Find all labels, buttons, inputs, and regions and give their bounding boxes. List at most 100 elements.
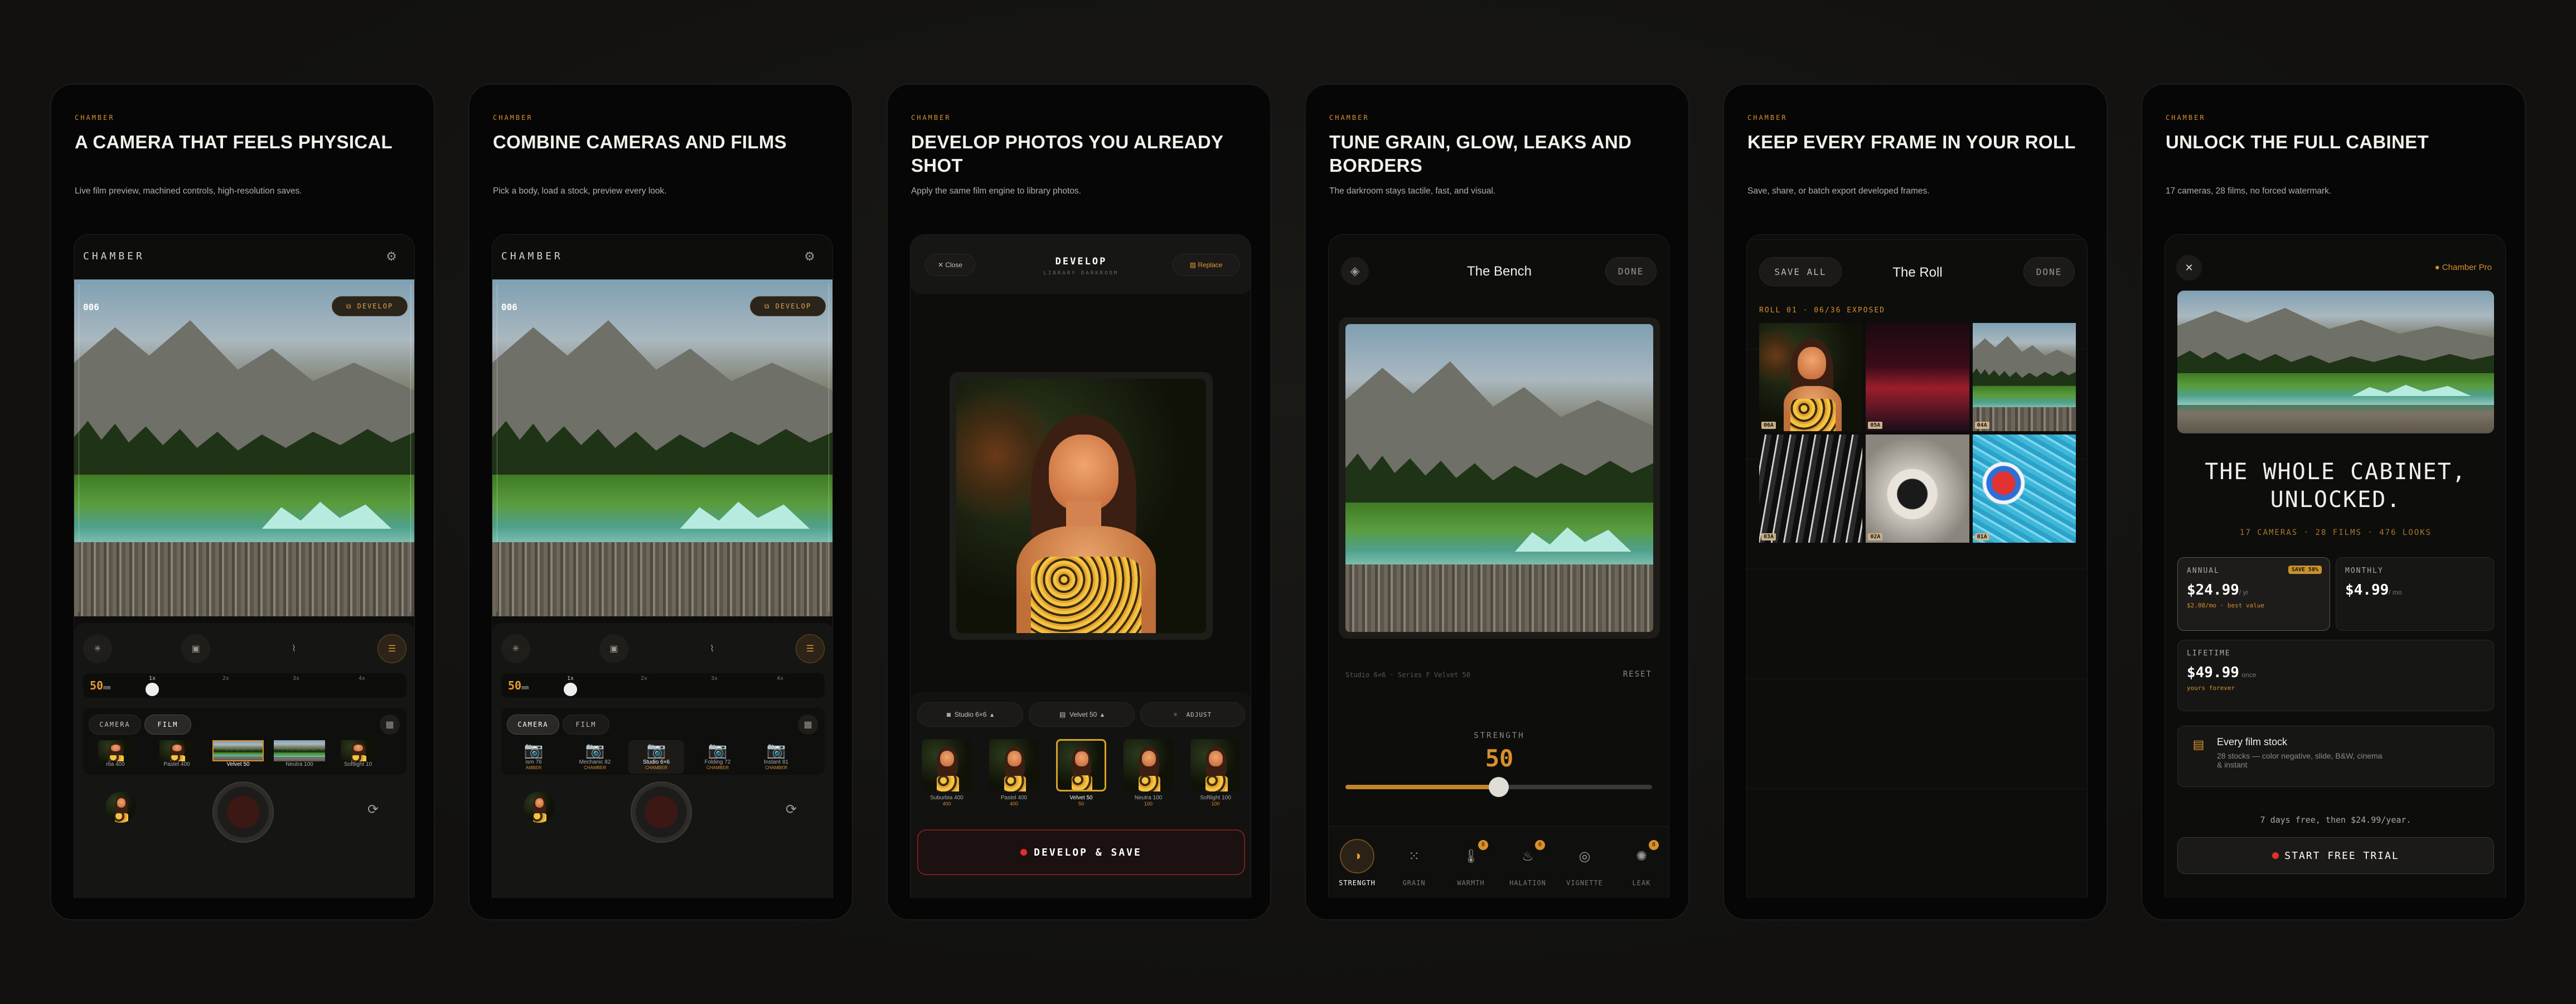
film-card[interactable]: Pastel 400	[149, 740, 205, 774]
camera-brand: AMBER	[525, 765, 542, 770]
film-card[interactable]: Suburbia 400 400	[916, 739, 977, 822]
zoom-stop[interactable]: 2x	[222, 675, 229, 682]
develop-save-button[interactable]: DEVELOP & SAVE	[917, 829, 1245, 875]
last-photo-thumbnail[interactable]	[524, 791, 555, 823]
start-trial-button[interactable]: START FREE TRIAL	[2177, 837, 2494, 874]
tool-halation[interactable]: ♨ 6 HALATION	[1503, 839, 1553, 898]
exposure-icon[interactable]: ⌇	[698, 634, 727, 663]
vignette-icon: ◎	[1578, 848, 1591, 864]
format-icon[interactable]: ▣	[599, 634, 628, 663]
viewfinder[interactable]: 006 ⧉ DEVELOP	[74, 279, 414, 616]
zoom-knob[interactable]	[146, 683, 159, 696]
tab-camera[interactable]: CAMERA	[507, 715, 559, 735]
camera-chip[interactable]: ◙ Studio 6×6 ▴	[917, 702, 1023, 727]
camera-icon: 📷	[585, 741, 605, 759]
film-card-selected[interactable]: Velvet 50	[210, 740, 266, 774]
close-icon[interactable]: ✕	[2176, 255, 2202, 281]
film-card[interactable]: Softlight 100 100	[1185, 739, 1246, 822]
camera-card-selected[interactable]: 📷 Studio 6×6 CHAMBER	[628, 740, 684, 774]
tab-film[interactable]: FILM	[144, 715, 191, 735]
settings-gear-icon[interactable]: ⚙	[800, 247, 819, 266]
camera-card[interactable]: 📷 Mechanic 82 CHAMBER	[567, 740, 623, 774]
marketing-stage: CHAMBER A CAMERA THAT FEELS PHYSICAL Liv…	[0, 0, 2576, 1004]
film-card[interactable]: Neutra 100 100	[1118, 739, 1179, 822]
adjust-chip[interactable]: ☼ ADJUST	[1140, 702, 1245, 727]
zoom-stop[interactable]: 2x	[641, 675, 647, 682]
tool-strength[interactable]: ◑ STRENGTH	[1332, 839, 1382, 898]
zoom-stop[interactable]: 4x	[359, 675, 365, 682]
film-chip[interactable]: ▤ Velvet 50 ▴	[1029, 702, 1135, 727]
plan-annual[interactable]: ANNUAL SAVE 58% $24.99/ yr $2.08/mo · be…	[2177, 557, 2330, 631]
grid-icon[interactable]: ▦	[380, 715, 400, 735]
camera-card[interactable]: 📷 Instant 81 CHAMBER	[751, 740, 801, 774]
film-card-selected[interactable]: Velvet 50 50	[1050, 739, 1112, 822]
format-icon[interactable]: ▣	[181, 634, 210, 663]
zoom-stop[interactable]: 3x	[711, 675, 718, 682]
last-photo-thumbnail[interactable]	[105, 791, 137, 823]
roll-frame[interactable]: 06A	[1759, 323, 1863, 431]
film-card[interactable]: rtia 400	[88, 740, 143, 774]
zoom-stop[interactable]: 1x	[149, 675, 156, 682]
phone-screen: CHAMBER ⚙ 006 ⧉ DEVELOP ✳ ▣ ⌇ ☰ 50mm 1x …	[492, 234, 833, 898]
panel-eyebrow: CHAMBER	[493, 114, 533, 122]
panel-develop: CHAMBER DEVELOP PHOTOS YOU ALREADY SHOT …	[887, 84, 1271, 920]
exposure-icon[interactable]: ⌇	[279, 634, 308, 663]
roll-frame[interactable]: 03A	[1759, 435, 1863, 543]
tab-film[interactable]: FILM	[563, 715, 609, 735]
plan-lifetime[interactable]: LIFETIME $49.99 once yours forever	[2177, 640, 2494, 711]
reset-button[interactable]: RESET	[1623, 670, 1652, 679]
strength-slider[interactable]	[1345, 777, 1652, 797]
controls-icon[interactable]: ☰	[796, 634, 825, 663]
library-tabs: CAMERA FILM ▦ 📷 ism 76 AMBER 📷 Mechanic 82 C…	[501, 708, 825, 775]
bench-photo[interactable]	[1345, 324, 1653, 632]
panel-roll: CHAMBER KEEP EVERY FRAME IN YOUR ROLL Sa…	[1723, 84, 2108, 920]
tool-vignette[interactable]: ◎ VIGNETTE	[1560, 839, 1610, 898]
camera-icon: ◙	[946, 711, 955, 718]
tool-badge: 8	[1478, 840, 1488, 850]
controls-icon[interactable]: ☰	[377, 634, 406, 663]
camera-brand: CHAMBER	[764, 765, 787, 770]
tab-camera[interactable]: CAMERA	[89, 715, 141, 735]
plan-monthly[interactable]: MONTHLY $4.99/ mo	[2336, 557, 2494, 631]
shutter-button[interactable]	[212, 781, 274, 843]
zoom-stop[interactable]: 4x	[777, 675, 783, 682]
film-name: Pastel 400	[163, 761, 190, 768]
settings-gear-icon[interactable]: ⚙	[382, 247, 401, 266]
replace-button[interactable]: ▨ Replace	[1173, 254, 1239, 276]
zoom-stop[interactable]: 1x	[567, 675, 574, 682]
tool-label: HALATION	[1509, 879, 1546, 887]
done-button[interactable]: DONE	[1605, 257, 1657, 285]
shutter-button[interactable]	[631, 781, 692, 843]
grid-icon[interactable]: ▦	[798, 715, 818, 735]
tool-leak[interactable]: ✺ 8 LEAK	[1616, 839, 1667, 898]
panel-eyebrow: CHAMBER	[911, 114, 951, 122]
roll-grid: 06A 05A 04A 03A 02A 01A	[1759, 323, 2076, 543]
plan-note: yours forever	[2187, 684, 2235, 692]
flip-camera-icon[interactable]: ⟳	[780, 798, 802, 820]
film-card[interactable]: Neutra 100	[272, 740, 327, 774]
flash-icon[interactable]: ✳	[83, 634, 112, 663]
flash-icon[interactable]: ✳	[501, 634, 530, 663]
film-card[interactable]: Pastel 400 400	[984, 739, 1045, 822]
camera-card[interactable]: 📷 Folding 72 CHAMBER	[690, 740, 745, 774]
tool-grain[interactable]: ⁙ GRAIN	[1389, 839, 1439, 898]
roll-frame[interactable]: 05A	[1866, 323, 1969, 431]
panel-subtitle: 17 cameras, 28 films, no forced watermar…	[2166, 186, 2332, 196]
plan-price: $49.99	[2187, 664, 2239, 681]
library-tabs: CAMERA FILM ▦ rtia 400 Pastel 400 Velvet…	[83, 708, 406, 775]
camera-brand: CHAMBER	[706, 765, 729, 770]
zoom-knob[interactable]	[564, 683, 577, 696]
roll-frame[interactable]: 01A	[1972, 435, 2076, 543]
zoom-stop[interactable]: 3x	[293, 675, 299, 682]
camera-card[interactable]: 📷 ism 76 AMBER	[506, 740, 561, 774]
roll-frame[interactable]: 04A	[1972, 323, 2076, 431]
tool-warmth[interactable]: 🌡 8 WARMTH	[1446, 839, 1496, 898]
image-icon: ▨	[1189, 261, 1198, 269]
done-button[interactable]: DONE	[2023, 257, 2075, 286]
strength-thumb[interactable]	[1489, 777, 1509, 797]
film-card[interactable]: Softlight 10	[333, 740, 383, 774]
roll-frame[interactable]: 02A	[1866, 435, 1969, 543]
flip-camera-icon[interactable]: ⟳	[362, 798, 384, 820]
develop-photo[interactable]	[956, 379, 1206, 633]
viewfinder[interactable]: 006 ⧉ DEVELOP	[492, 279, 832, 616]
